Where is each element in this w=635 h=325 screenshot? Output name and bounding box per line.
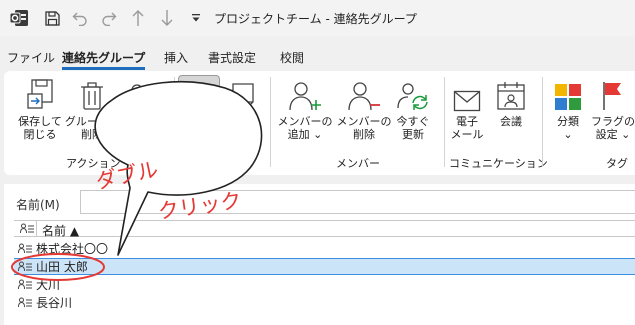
ribbon-tabs: ファイル 連絡先グループ 挿入 書式設定 校閲 (0, 47, 635, 70)
flag-label-2: 設定 ⌄ (595, 128, 631, 141)
contact-name: 山田 太郎 (36, 260, 88, 274)
list-header[interactable]: 名前 ▲ (14, 220, 635, 239)
delete-group-button[interactable]: グループの 削除 (64, 76, 120, 141)
email-label-2: メール (450, 128, 484, 141)
save-close-label-1: 保存して (18, 115, 62, 128)
update-now-button[interactable]: 今すぐ 更新 (392, 76, 434, 141)
contact-icon (14, 297, 36, 308)
separator (174, 77, 175, 167)
save-close-label-2: 閉じる (23, 128, 57, 141)
tab-format-text[interactable]: 書式設定 (208, 47, 256, 68)
forward-group-label-1: グループ (121, 115, 165, 128)
remove-members-button[interactable]: メンバーの 削除 (334, 76, 394, 141)
categorize-button[interactable]: 分類 ⌄ (548, 76, 588, 141)
meeting-calendar-icon (492, 76, 530, 112)
update-members-icon (392, 76, 434, 112)
members-panel: 名前(M) 名前 ▲ 株式会社〇〇 山田 太郎 大川 長谷川 (4, 184, 635, 325)
add-member-icon (275, 76, 335, 112)
delete-group-label-1: グループの (64, 115, 120, 128)
flag-icon (591, 76, 635, 112)
title-bar: プロジェクトチーム - 連絡先グループ (0, 0, 635, 36)
contact-icon (14, 261, 36, 272)
categorize-label-1: 分類 (557, 115, 579, 128)
members-icon (179, 76, 219, 112)
tags-group-label: タグ (606, 157, 628, 170)
note-icon (224, 76, 262, 112)
follow-up-flag-button[interactable]: フラグの 設定 ⌄ (591, 76, 635, 141)
actions-group-label: アクション (66, 157, 121, 170)
contact-icon (14, 279, 36, 290)
add-members-button[interactable]: メンバーの 追加 ⌄ (275, 76, 335, 141)
members-view-button[interactable]: メンバー (178, 75, 220, 151)
customize-toolbar-icon[interactable] (188, 0, 204, 36)
remove-members-label-1: メンバーの (336, 115, 392, 128)
notes-button[interactable]: メモ (224, 76, 262, 128)
list-item[interactable]: 株式会社〇〇 (14, 240, 635, 257)
list-item[interactable]: 長谷川 (14, 294, 635, 311)
forward-group-label-2: 転送 ⌄ (125, 128, 161, 141)
email-label-1: 電子 (456, 115, 478, 128)
delete-group-label-2: 削除 (81, 128, 103, 141)
previous-item-icon[interactable] (126, 0, 150, 36)
tab-review[interactable]: 校閲 (280, 47, 304, 68)
meeting-button[interactable]: 会議 (492, 76, 530, 128)
remove-members-label-2: 削除 (353, 128, 375, 141)
save-close-icon (12, 76, 68, 112)
list-item-selected[interactable]: 山田 太郎 (14, 258, 635, 275)
flag-label-1: フラグの (591, 115, 635, 128)
group-name-input[interactable] (80, 190, 635, 214)
meeting-label: 会議 (500, 115, 522, 128)
email-button[interactable]: 電子 メール (448, 76, 486, 141)
remove-member-icon (334, 76, 394, 112)
tab-file[interactable]: ファイル (7, 47, 55, 68)
list-item[interactable]: 大川 (14, 276, 635, 293)
forward-group-button[interactable]: グループ 転送 ⌄ (117, 76, 169, 141)
person-header-icon (20, 223, 34, 237)
members-view-label: メンバー (182, 115, 216, 141)
members-group-label: メンバー (336, 157, 380, 170)
name-column-header[interactable]: 名前 ▲ (42, 222, 79, 239)
save-close-button[interactable]: 保存して 閉じる (12, 76, 68, 141)
separator (270, 77, 271, 167)
contact-name: 株式会社〇〇 (36, 242, 109, 256)
undo-icon[interactable] (68, 0, 92, 36)
contact-name: 長谷川 (36, 296, 73, 310)
separator (444, 77, 445, 167)
forward-group-icon (117, 76, 169, 112)
add-members-label-1: メンバーの (277, 115, 333, 128)
update-now-label-2: 更新 (402, 128, 424, 141)
tab-contact-group[interactable]: 連絡先グループ (62, 47, 146, 70)
update-now-label-1: 今すぐ (396, 115, 430, 128)
envelope-icon (448, 76, 486, 112)
redo-icon[interactable] (97, 0, 121, 36)
categorize-icon (548, 76, 588, 112)
communication-group-label: コミュニケーション (449, 157, 548, 170)
next-item-icon[interactable] (155, 0, 179, 36)
tab-insert[interactable]: 挿入 (164, 47, 188, 68)
outlook-app-icon (6, 0, 32, 36)
add-members-label-2: 追加 ⌄ (287, 128, 323, 141)
contact-icon (14, 243, 36, 254)
ribbon: 保存して 閉じる グループの 削除 グループ 転送 ⌄ アクション メンバー メ… (4, 71, 635, 175)
notes-label: メモ (232, 115, 254, 128)
window-title: プロジェクトチーム - 連絡先グループ (214, 12, 417, 26)
separator (542, 77, 543, 167)
name-label: 名前(M) (16, 198, 60, 212)
column-divider (36, 221, 37, 236)
save-icon[interactable] (40, 0, 64, 36)
contact-name: 大川 (36, 278, 61, 292)
trash-icon (64, 76, 120, 112)
categorize-label-2: ⌄ (563, 128, 573, 141)
